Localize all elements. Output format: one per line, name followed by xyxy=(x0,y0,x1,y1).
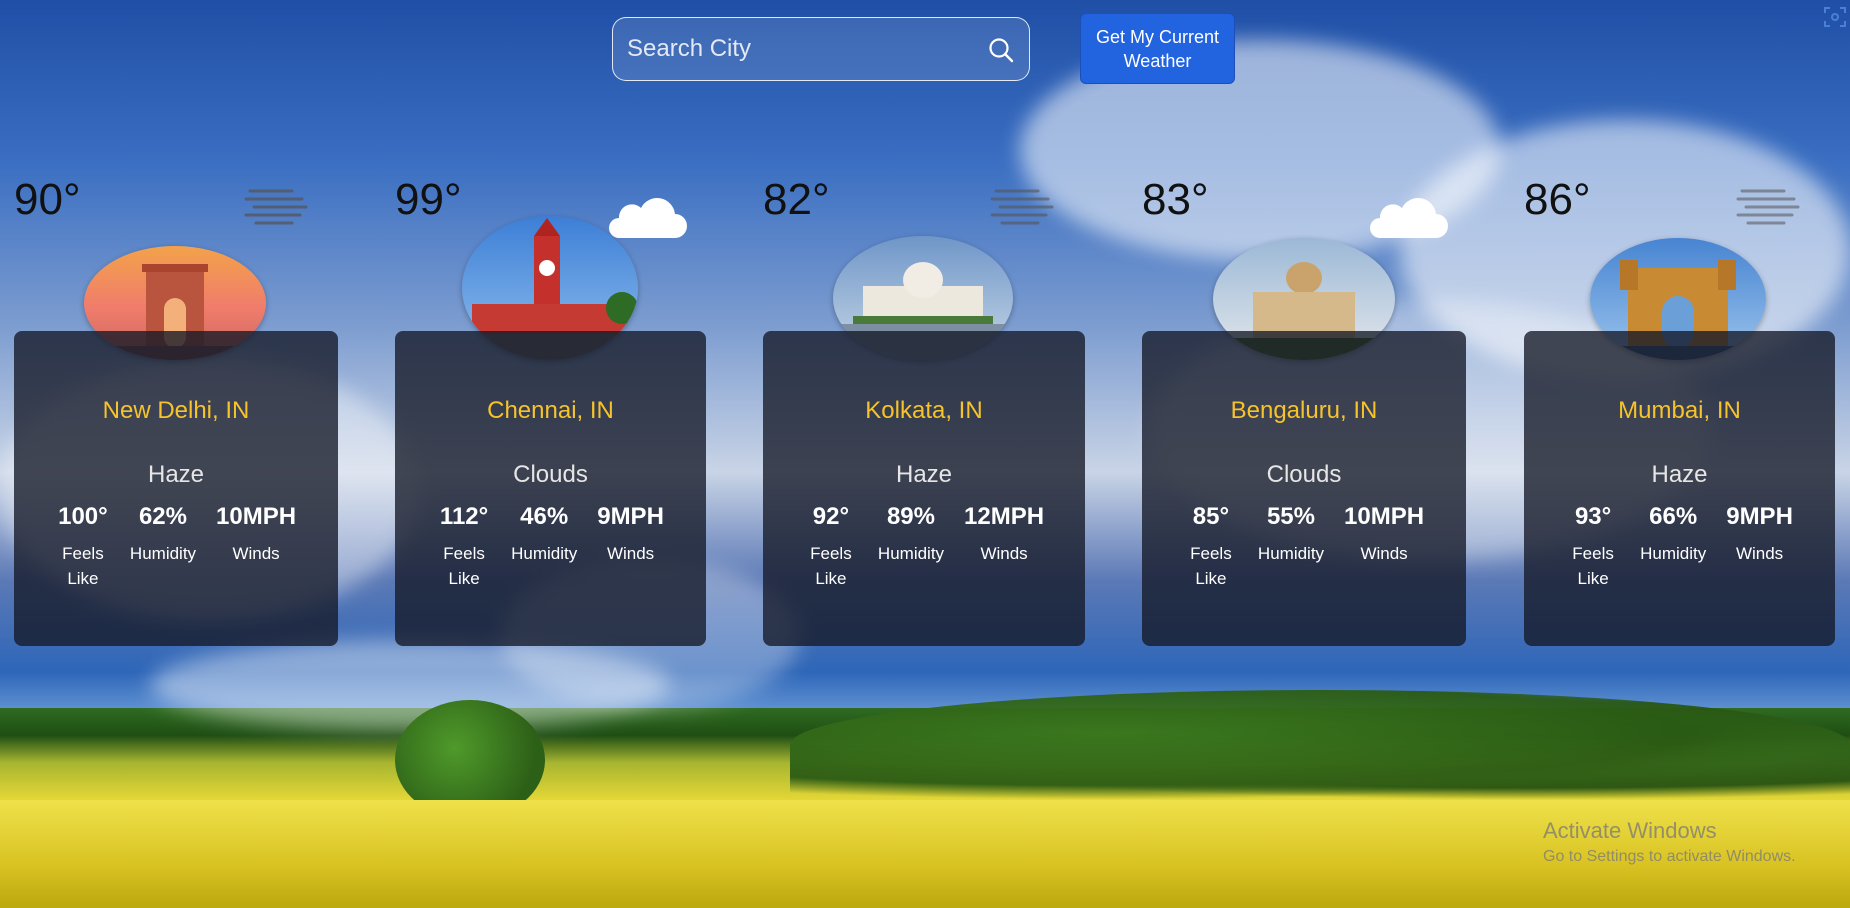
weather-card: Kolkata, IN Haze 92° Feels Like 89% Humidi… xyxy=(763,331,1085,646)
weather-card: New Delhi, IN Haze 100° Feels Like 62% Hum… xyxy=(14,331,338,646)
winds-label: Winds xyxy=(1735,544,1784,563)
winds-value: 9MPH xyxy=(1726,503,1793,530)
stats: 112° Feels Like 46% Humidity 9MPH Winds xyxy=(395,503,706,591)
feels-like-label: Feels Like xyxy=(443,544,485,588)
weather-card: Mumbai, IN Haze 93° Feels Like 66% Humidit… xyxy=(1524,331,1835,646)
city-name: Mumbai, IN xyxy=(1618,397,1741,424)
city-name: New Delhi, IN xyxy=(102,397,250,424)
winds-label: Winds xyxy=(980,544,1028,563)
winds-label: Winds xyxy=(1360,544,1408,563)
haze-icon xyxy=(244,189,308,225)
condition: Clouds xyxy=(1266,461,1342,488)
stats: 92° Feels Like 89% Humidity 12MPH Winds xyxy=(763,503,1085,591)
tree-line xyxy=(790,690,1850,800)
feels-like-label: Feels Like xyxy=(62,544,104,588)
city-name: Bengaluru, IN xyxy=(1230,397,1378,424)
condition: Haze xyxy=(895,461,953,488)
humidity-value: 55% xyxy=(1266,503,1315,530)
city-name: Kolkata, IN xyxy=(865,397,983,424)
winds-value: 12MPH xyxy=(964,503,1045,530)
feels-like-value: 100° xyxy=(58,503,108,530)
condition: Haze xyxy=(1651,461,1708,488)
humidity-label: Humidity xyxy=(511,544,578,563)
city-cards: 90° New Delhi, IN Haze 100° Feels Like 62… xyxy=(0,0,1850,700)
winds-value: 9MPH xyxy=(597,503,664,530)
humidity-label: Humidity xyxy=(877,544,945,563)
stats: 85° Feels Like 55% Humidity 10MPH Winds xyxy=(1142,503,1466,591)
cloud-icon xyxy=(609,198,687,238)
watermark-subtitle: Go to Settings to activate Windows. xyxy=(1543,848,1796,865)
haze-icon xyxy=(990,189,1054,225)
humidity-value: 62% xyxy=(138,503,187,530)
weather-card: Chennai, IN Clouds 112° Feels Like 46% Hum… xyxy=(395,331,706,646)
current-temp: 82° xyxy=(763,175,830,224)
winds-label: Winds xyxy=(232,544,280,563)
humidity-value: 66% xyxy=(1649,503,1698,530)
humidity-label: Humidity xyxy=(129,544,197,563)
haze-icon xyxy=(1736,189,1800,225)
feels-like-value: 112° xyxy=(439,503,489,530)
condition: Haze xyxy=(147,461,205,488)
feels-like-value: 93° xyxy=(1574,503,1612,530)
feels-like-label: Feels Like xyxy=(1190,544,1232,588)
winds-label: Winds xyxy=(606,544,655,563)
current-temp: 90° xyxy=(14,175,81,224)
city-name: Chennai, IN xyxy=(487,397,614,424)
feels-like-value: 92° xyxy=(812,503,850,530)
current-temp: 86° xyxy=(1524,175,1591,224)
weather-card: Bengaluru, IN Clouds 85° Feels Like 55% Hu… xyxy=(1142,331,1466,646)
feels-like-label: Feels Like xyxy=(810,544,852,588)
humidity-label: Humidity xyxy=(1257,544,1325,563)
winds-value: 10MPH xyxy=(1344,503,1425,530)
winds-value: 10MPH xyxy=(216,503,297,530)
humidity-value: 46% xyxy=(520,503,569,530)
humidity-label: Humidity xyxy=(1640,544,1707,563)
stats: 93° Feels Like 66% Humidity 9MPH Winds xyxy=(1524,503,1835,591)
current-temp: 83° xyxy=(1142,175,1209,224)
current-temp: 99° xyxy=(395,175,462,224)
feels-like-label: Feels Like xyxy=(1572,544,1614,588)
condition: Clouds xyxy=(513,461,588,488)
feels-like-value: 85° xyxy=(1192,503,1230,530)
cloud-icon xyxy=(1370,198,1448,238)
watermark-title: Activate Windows xyxy=(1543,818,1717,843)
humidity-value: 89% xyxy=(886,503,935,530)
stats: 100° Feels Like 62% Humidity 10MPH Winds xyxy=(14,503,338,591)
activation-watermark: Activate Windows Go to Settings to activ… xyxy=(1543,818,1796,866)
